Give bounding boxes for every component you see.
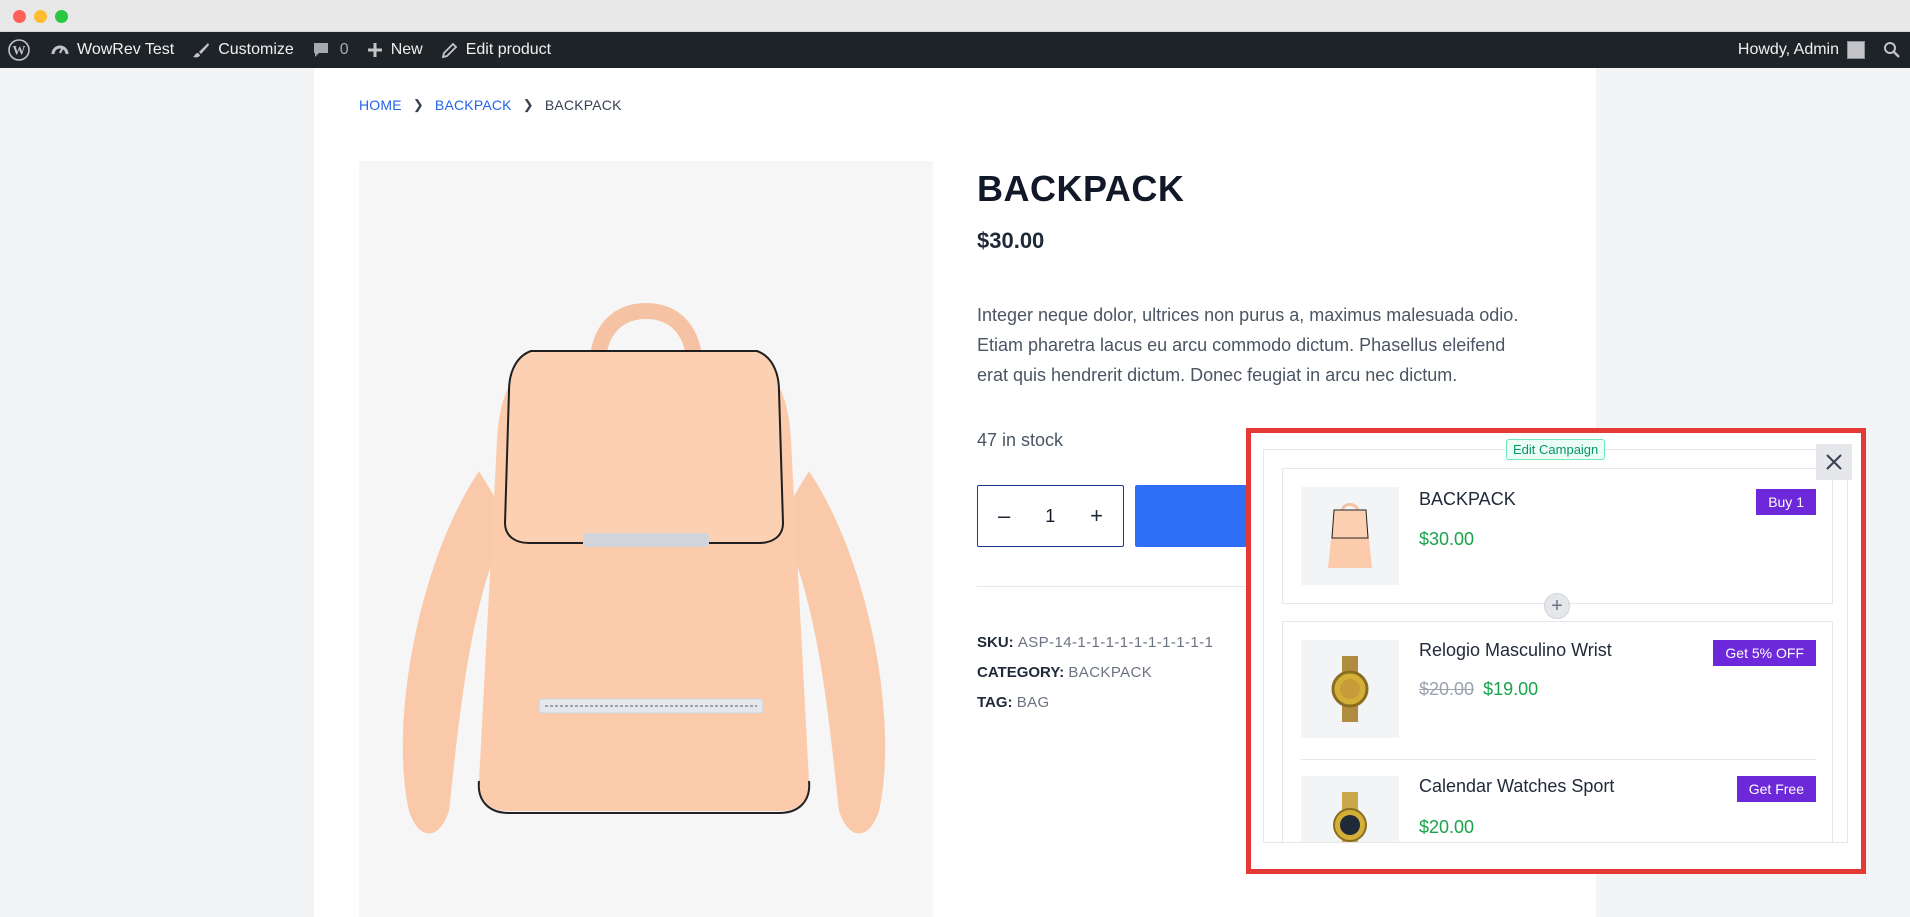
new-content-link[interactable]: New [358, 32, 432, 68]
comments-count: 0 [339, 41, 349, 58]
product-thumbnail[interactable] [1301, 640, 1399, 738]
tag-row: TAG: BAG [977, 688, 1213, 718]
window-titlebar [0, 0, 1910, 32]
campaign-popup: BACKPACK $30.00 Buy 1 + Relogio Masculin… [1246, 428, 1866, 874]
comments-link[interactable]: 0 [303, 32, 358, 68]
product-thumbnail[interactable] [1301, 487, 1399, 585]
offer-card-bundle: Relogio Masculino Wrist $20.00 $19.00 Get… [1282, 621, 1833, 842]
discount-offer-button[interactable]: Get 5% OFF [1713, 640, 1816, 666]
maximize-window-button[interactable] [55, 10, 68, 23]
plus-icon[interactable]: + [1090, 503, 1103, 529]
edit-product-label: Edit product [465, 41, 552, 58]
admin-bar: W WowRev Test Customize 0 New Edit produ… [0, 32, 1910, 68]
sport-watch-thumbnail [1333, 792, 1367, 842]
chevron-right-icon: ❯ [522, 97, 534, 112]
edit-product-link[interactable]: Edit product [432, 32, 560, 68]
edit-campaign-link[interactable]: Edit Campaign [1506, 439, 1606, 460]
get-free-button[interactable]: Get Free [1736, 776, 1816, 802]
tag-link[interactable]: BAG [1017, 694, 1050, 711]
close-window-button[interactable] [13, 10, 26, 23]
quantity-value[interactable]: 1 [1045, 506, 1055, 527]
offer-card-main: BACKPACK $30.00 Buy 1 [1282, 468, 1833, 604]
campaign-popup-body: BACKPACK $30.00 Buy 1 + Relogio Masculin… [1263, 449, 1848, 843]
brush-icon [193, 43, 210, 58]
search-icon [1884, 42, 1900, 58]
buy-one-button[interactable]: Buy 1 [1756, 489, 1816, 515]
close-popup-button[interactable] [1816, 444, 1852, 480]
avatar [1847, 41, 1865, 59]
product-price: $30.00 [977, 228, 1045, 253]
minus-icon[interactable]: – [998, 503, 1010, 529]
site-name-link[interactable]: WowRev Test [42, 32, 183, 68]
offer-product-price: $20.00 $19.00 [1419, 679, 1538, 700]
howdy-label: Howdy, Admin [1737, 41, 1839, 58]
backpack-image [402, 302, 886, 834]
chevron-right-icon: ❯ [412, 97, 424, 112]
sale-price: $19.00 [1483, 679, 1539, 699]
svg-text:W: W [13, 43, 26, 58]
new-label: New [390, 41, 423, 58]
sku-label: SKU: [977, 634, 1014, 651]
wordpress-icon: W [8, 39, 30, 61]
sku-value: ASP-14-1-1-1-1-1-1-1-1-1-1 [1017, 634, 1214, 651]
comment-icon [313, 43, 328, 57]
gold-watch-thumbnail [1331, 656, 1369, 722]
wordpress-menu[interactable]: W [0, 32, 42, 68]
breadcrumb-home[interactable]: HOME [359, 97, 402, 113]
customize-label: Customize [218, 41, 294, 58]
stock-status: 47 in stock [977, 430, 1064, 450]
offer-product-name: Calendar Watches Sport [1419, 776, 1615, 796]
category-link[interactable]: BACKPACK [1068, 664, 1152, 681]
offer-product-name: Relogio Masculino Wrist [1419, 640, 1612, 660]
offer-product-price: $20.00 [1419, 817, 1475, 837]
sku-row: SKU: ASP-14-1-1-1-1-1-1-1-1-1-1 [977, 628, 1213, 658]
tag-label: TAG: [977, 694, 1013, 711]
offer-product-name: BACKPACK [1419, 489, 1516, 509]
minimize-window-button[interactable] [34, 10, 47, 23]
product-image-gallery[interactable] [359, 161, 933, 917]
plus-circle-icon: + [1544, 593, 1570, 619]
breadcrumb-category[interactable]: BACKPACK [435, 97, 512, 113]
product-title: BACKPACK [977, 168, 1185, 209]
product-description: Integer neque dolor, ultrices non purus … [977, 305, 1519, 385]
category-row: CATEGORY: BACKPACK [977, 658, 1213, 688]
breadcrumb: HOME ❯ BACKPACK ❯ BACKPACK [359, 97, 622, 113]
add-to-cart-button[interactable] [1135, 485, 1255, 547]
category-label: CATEGORY: [977, 664, 1065, 681]
plus-icon [367, 43, 382, 57]
account-menu[interactable]: Howdy, Admin [1729, 32, 1874, 68]
breadcrumb-current: BACKPACK [544, 97, 622, 113]
customize-link[interactable]: Customize [183, 32, 303, 68]
product-meta: SKU: ASP-14-1-1-1-1-1-1-1-1-1-1 CATEGORY… [977, 628, 1213, 718]
pencil-icon [441, 42, 457, 58]
site-name: WowRev Test [77, 41, 175, 58]
quantity-stepper[interactable]: – 1 + [977, 485, 1124, 547]
original-price: $20.00 [1419, 679, 1475, 699]
offer-product-price: $30.00 [1419, 529, 1475, 549]
backpack-thumbnail [1328, 503, 1372, 568]
admin-search[interactable] [1874, 32, 1910, 68]
dashboard-icon [51, 45, 69, 55]
product-summary: BACKPACK $30.00 Integer neque dolor, ult… [977, 168, 1537, 450]
close-icon [1826, 454, 1842, 470]
divider [1301, 759, 1816, 760]
product-thumbnail[interactable] [1301, 776, 1399, 842]
